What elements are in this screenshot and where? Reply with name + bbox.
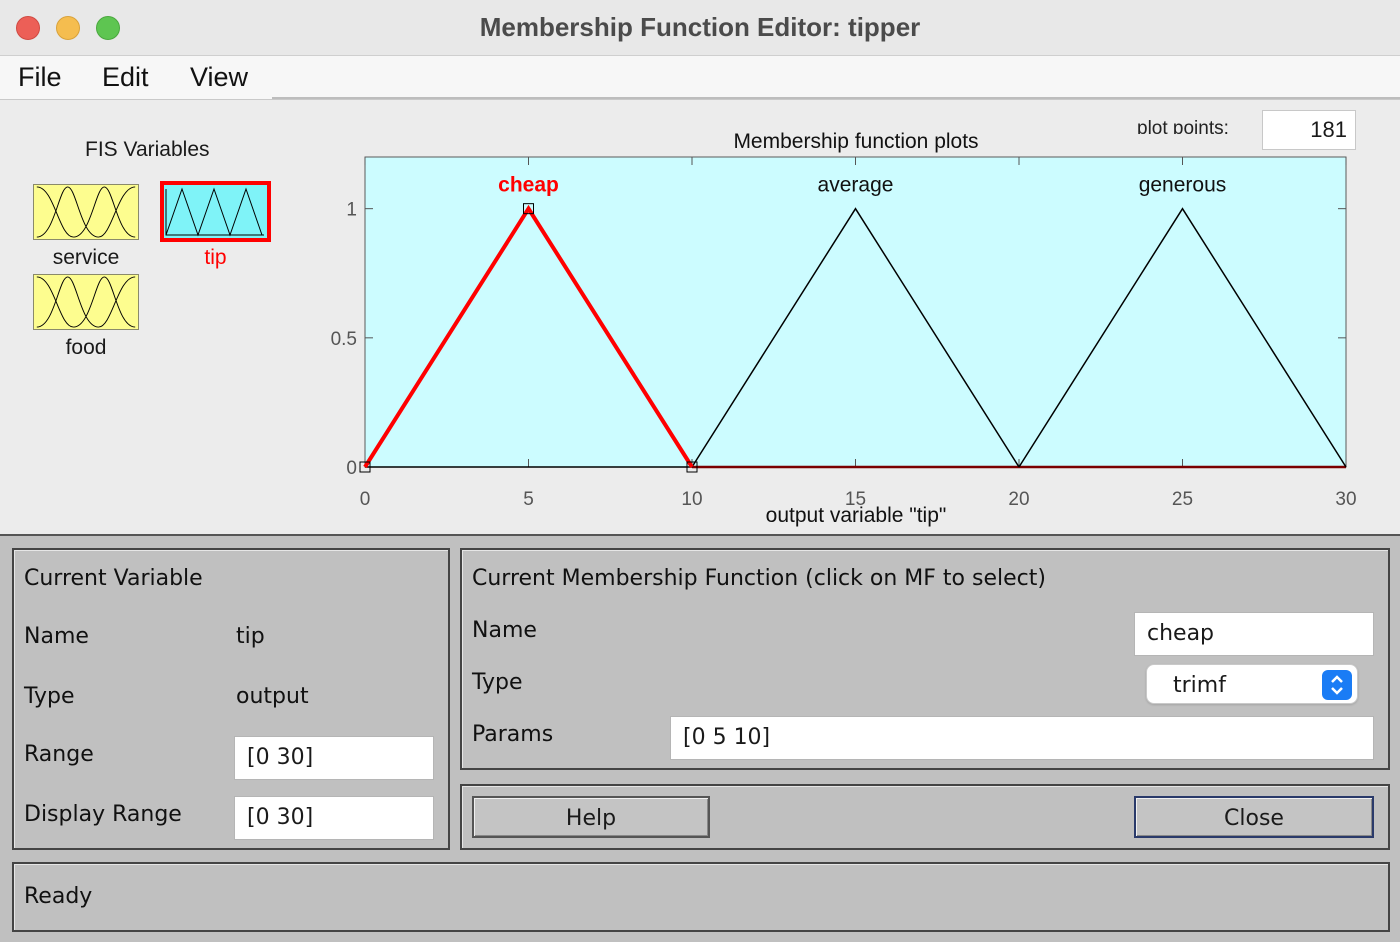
- current-variable-panel: Current Variable Name tip Type output Ra…: [12, 548, 450, 850]
- membership-function-plot[interactable]: Membership function plots 0 5 10 15 20 25 3000…: [320, 120, 1370, 532]
- menu-edit[interactable]: Edit: [102, 62, 149, 93]
- divider: [272, 97, 1400, 99]
- x-tick-label: 5: [523, 489, 534, 510]
- status-panel: Ready: [12, 862, 1390, 932]
- x-tick-label: 10: [681, 489, 702, 510]
- y-tick-label: 0.5: [331, 329, 357, 350]
- mf-label-generous[interactable]: generous: [1139, 174, 1227, 197]
- buttons-panel: Help Close: [460, 784, 1390, 850]
- input-variable-service-label: service: [52, 246, 120, 269]
- mf-curves-icon: [36, 276, 136, 328]
- mf-curves-icon: [36, 186, 136, 238]
- menu-bar: File Edit View: [0, 56, 1400, 100]
- mf-type-value: trimf: [1173, 673, 1226, 698]
- variable-name-label: Name: [24, 624, 89, 649]
- x-axis-label: output variable "tip": [766, 504, 947, 527]
- plot-background: [364, 156, 1347, 468]
- plot-title: Membership function plots: [733, 130, 978, 153]
- mf-params-input[interactable]: [0 5 10]: [670, 716, 1374, 760]
- triangle-mf-icon: [165, 187, 264, 237]
- variable-type-value: output: [236, 684, 309, 709]
- close-button[interactable]: Close: [1134, 796, 1374, 838]
- current-mf-heading: Current Membership Function (click on MF…: [472, 566, 1046, 591]
- display-range-input[interactable]: [0 30]: [234, 796, 434, 840]
- help-button[interactable]: Help: [472, 796, 710, 838]
- variable-range-label: Range: [24, 742, 94, 767]
- mf-name-input[interactable]: cheap: [1134, 612, 1374, 656]
- mf-type-select[interactable]: trimf: [1146, 664, 1358, 704]
- output-variable-tip-icon[interactable]: [160, 181, 271, 242]
- x-tick-label: 30: [1335, 489, 1356, 510]
- menu-view[interactable]: View: [190, 62, 248, 93]
- mf-label-cheap[interactable]: cheap: [498, 174, 559, 197]
- input-variable-food-label: food: [65, 336, 107, 359]
- y-tick-label: 1: [346, 200, 357, 221]
- mf-name-label: Name: [472, 618, 537, 643]
- mf-label-average[interactable]: average: [818, 174, 894, 197]
- range-input[interactable]: [0 30]: [234, 736, 434, 780]
- current-variable-heading: Current Variable: [24, 566, 203, 591]
- x-tick-label: 25: [1172, 489, 1193, 510]
- fis-variables-heading: FIS Variables: [85, 138, 210, 161]
- current-mf-panel: Current Membership Function (click on MF…: [460, 548, 1390, 770]
- output-variable-tip-label: tip: [204, 246, 227, 269]
- x-tick-label: 20: [1008, 489, 1029, 510]
- title-bar: Membership Function Editor: tipper: [0, 0, 1400, 56]
- mf-type-label: Type: [472, 670, 523, 695]
- mf-params-label: Params: [472, 722, 554, 747]
- input-variable-service-icon[interactable]: [33, 184, 139, 240]
- up-down-chevron-icon: [1322, 670, 1352, 700]
- input-variable-food-icon[interactable]: [33, 274, 139, 330]
- menu-file[interactable]: File: [18, 62, 62, 93]
- status-text: Ready: [24, 884, 93, 909]
- variable-name-value: tip: [236, 624, 265, 649]
- x-tick-label: 0: [360, 489, 371, 510]
- display-range-label: Display Range: [24, 802, 182, 827]
- y-tick-label: 0: [346, 458, 357, 479]
- variable-type-label: Type: [24, 684, 75, 709]
- window-title: Membership Function Editor: tipper: [479, 12, 921, 42]
